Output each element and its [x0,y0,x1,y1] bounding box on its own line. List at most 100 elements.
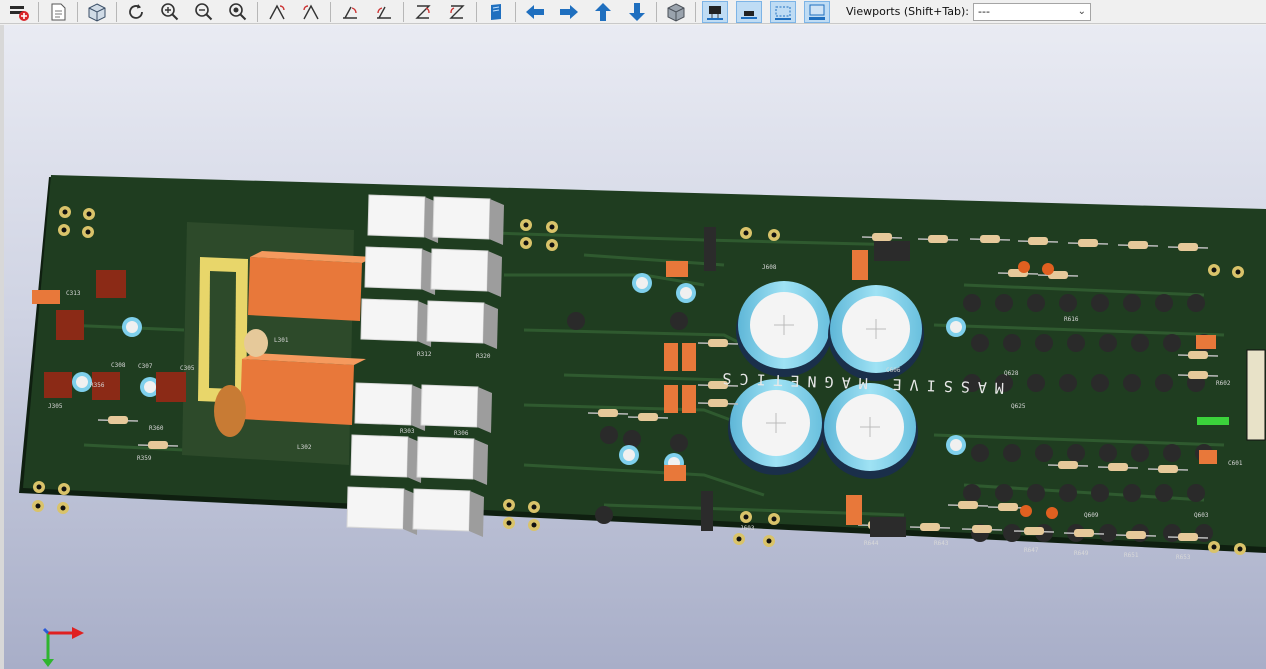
flip-icon [491,3,501,20]
move-right-button[interactable] [556,1,582,23]
power-resistor [354,382,413,426]
component-block [852,250,868,280]
toolbar-separator [330,1,331,22]
power-resistor-side [477,387,492,433]
show-th-models-button[interactable] [702,0,728,23]
small-capacitor-top [76,376,88,388]
power-resistor-side [489,199,504,245]
resistor-body [1078,239,1098,247]
resistor-body [998,503,1018,511]
ref-label: R312 [417,351,432,358]
y-axis-arrow-icon [42,659,54,667]
rotate-x-cw-icon [269,4,285,19]
transistor [1059,294,1077,312]
show-bbox-button[interactable] [804,0,830,23]
inductor-l302 [240,359,354,425]
transistor [1187,484,1205,502]
mounting-hole [766,538,772,544]
inductor-l301 [248,257,362,321]
3d-viewport[interactable]: MASSIVE MAGNETICS J305 C305 C308 C307 R356 R3… [4,25,1266,669]
ref-label: Q628 [1004,370,1019,377]
rotate-z-cw-button[interactable] [410,1,436,23]
inductor-cylinder [214,385,246,437]
ref-label: R306 [454,430,469,437]
rotate-x-ccw-button[interactable] [298,1,324,23]
pcb-board-render[interactable]: MASSIVE MAGNETICS J305C305C308 C307R356R3… [4,25,1266,669]
move-down-button[interactable] [624,1,650,23]
zoom-fit-button[interactable] [225,1,251,23]
ref-label: R649 [1074,550,1089,557]
power-resistor [350,434,409,478]
component-block [870,517,906,537]
transistor [1059,374,1077,392]
cube-icon [88,2,106,22]
3d-view-button[interactable] [84,1,110,23]
resistor-body [708,399,728,407]
rotate-z-ccw-button[interactable] [444,1,470,23]
reload-button[interactable] [123,1,149,23]
ref-label: Q603 [1194,512,1209,519]
viewports-select[interactable]: --- ⌄ [973,2,1092,21]
transistor [1099,334,1117,352]
mounting-hole [61,227,67,233]
transistor [1123,484,1141,502]
transistor [1155,484,1173,502]
show-virtual-models-button[interactable] [770,0,796,23]
move-left-button[interactable] [522,1,548,23]
power-resistor-side [469,491,484,537]
resistor-body [1158,465,1178,473]
box-icon [667,2,685,22]
component-block [846,495,862,525]
mounting-hole [61,486,67,492]
resistor-body [972,525,992,533]
transistor [1059,484,1077,502]
transistor [1187,294,1205,312]
export-button[interactable] [45,1,71,23]
move-up-button[interactable] [590,1,616,23]
power-resistor [360,298,419,342]
zoom-out-button[interactable] [191,1,217,23]
transistor [1091,374,1109,392]
resistor-body [928,235,948,243]
led-orange [1020,505,1032,517]
ref-label: J305 [48,403,63,410]
rotate-y-ccw-button[interactable] [371,1,397,23]
render-options-button[interactable] [6,1,32,23]
rotate-z-cw-icon [415,4,431,19]
transistor [1099,524,1117,542]
mounting-hole [549,224,555,230]
rotate-y-cw-button[interactable] [337,1,363,23]
ref-label: C313 [66,290,81,297]
transistor [1003,444,1021,462]
refresh-icon [129,3,143,19]
transistor [971,334,989,352]
transistor [1027,484,1045,502]
power-resistor-side [487,251,502,297]
power-resistor [430,248,489,292]
arrow-up-icon [595,2,611,21]
ref-label: R643 [934,540,949,547]
resistor-body [1128,241,1148,249]
resistor-body [920,523,940,531]
axis-indicator [42,627,84,667]
orthographic-button[interactable] [663,1,689,23]
mounting-hole [523,222,529,228]
zoom-fit-icon [229,2,247,20]
component-block [1199,450,1217,464]
zoom-in-button[interactable] [157,1,183,23]
mounting-hole [1237,546,1243,552]
mounting-hole [85,229,91,235]
transistor [1163,334,1181,352]
resistor-body [1126,531,1146,539]
flip-board-button[interactable] [483,1,509,23]
component-block [664,385,678,413]
mounting-hole [743,230,749,236]
show-smd-models-button[interactable] [736,0,762,23]
component-block [56,310,84,340]
component-block [44,372,72,398]
mounting-hole [506,502,512,508]
transistor [1067,334,1085,352]
rotate-x-cw-button[interactable] [264,1,290,23]
ref-label: R602 [1216,380,1231,387]
mounting-hole [62,209,68,215]
